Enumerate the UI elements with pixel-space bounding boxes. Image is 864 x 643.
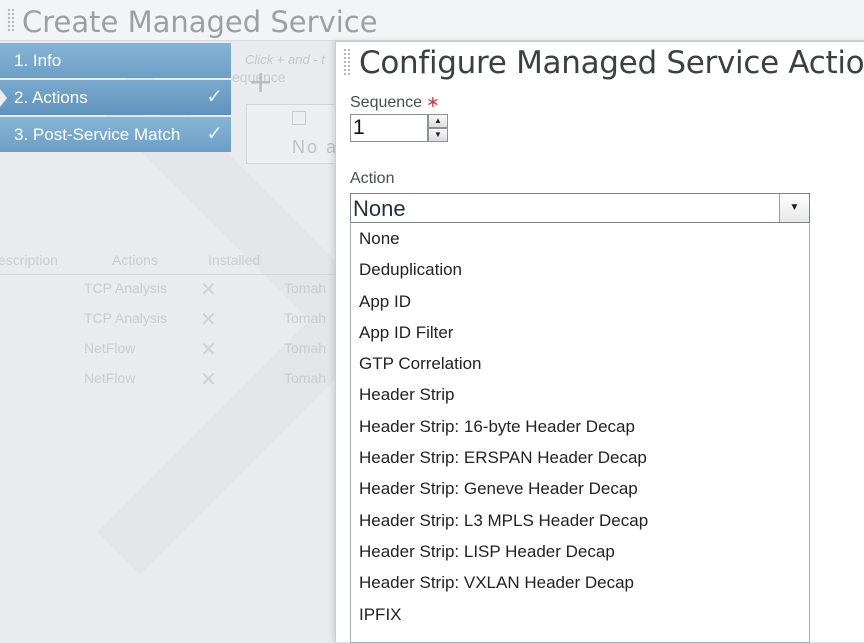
table-row[interactable]: NetFlow ✕ Tomah xyxy=(0,365,336,395)
wizard-step-post-service-match[interactable]: 3. Post-Service Match ✓ xyxy=(0,117,231,152)
action-selected-value: None xyxy=(353,196,406,221)
table-row[interactable]: NetFlow ✕ Tomah xyxy=(0,335,336,365)
wizard-step-info[interactable]: 1. Info xyxy=(0,43,231,78)
checkmark-icon: ✓ xyxy=(206,86,223,108)
row-owner: Tomah xyxy=(284,310,327,326)
row-actions: TCP Analysis xyxy=(84,280,167,296)
row-owner: Tomah xyxy=(284,370,327,386)
action-select[interactable]: None ▼ xyxy=(350,193,810,223)
x-mark-icon: ✕ xyxy=(200,339,217,361)
dropdown-option[interactable]: App ID xyxy=(351,286,809,317)
x-mark-icon: ✕ xyxy=(200,309,217,331)
triangle-up-icon[interactable]: ▲ xyxy=(428,114,448,128)
row-owner: Tomah xyxy=(284,340,327,356)
background-dialog-title: Create Managed Service xyxy=(22,5,378,39)
sequence-input[interactable] xyxy=(350,114,428,142)
dropdown-option[interactable]: Header Strip: ERSPAN Header Decap xyxy=(351,442,809,473)
sequence-label-text: Sequence xyxy=(350,94,423,111)
wizard-step-label: 3. Post-Service Match xyxy=(14,125,181,144)
wizard-steps: 1. Info 2. Actions ✓ 3. Post-Service Mat… xyxy=(0,43,231,154)
row-actions: NetFlow xyxy=(84,370,136,386)
row-actions: NetFlow xyxy=(84,340,136,356)
background-services-table: escription Actions Installed TCP Analysi… xyxy=(0,248,336,395)
add-action-icon[interactable]: + xyxy=(248,68,273,98)
checkmark-icon: ✓ xyxy=(206,123,223,145)
triangle-down-icon[interactable]: ▼ xyxy=(779,194,809,222)
dropdown-option[interactable]: IPFIX xyxy=(351,599,809,630)
wizard-step-label: 1. Info xyxy=(14,51,62,70)
row-actions: TCP Analysis xyxy=(84,310,167,326)
no-actions-text: No a xyxy=(292,137,339,157)
wizard-step-label: 2. Actions xyxy=(14,88,88,107)
dropdown-option[interactable]: Header Strip: VXLAN Header Decap xyxy=(351,567,809,598)
drag-grip-icon[interactable] xyxy=(343,48,351,76)
current-step-marker-icon xyxy=(0,89,7,107)
column-header-description[interactable]: escription xyxy=(0,252,58,268)
sequence-label: Sequence ∗ xyxy=(350,92,439,112)
dropdown-option[interactable]: Header Strip: L3 MPLS Header Decap xyxy=(351,505,809,536)
dropdown-option[interactable]: App ID Filter xyxy=(351,317,809,348)
table-row[interactable]: TCP Analysis ✕ Tomah xyxy=(0,275,336,305)
table-header: escription Actions Installed xyxy=(0,248,336,275)
sequence-spinner: ▲ ▼ xyxy=(350,114,450,144)
wizard-step-actions[interactable]: 2. Actions ✓ xyxy=(0,80,231,115)
dropdown-option[interactable]: Header Strip xyxy=(351,379,809,410)
drag-grip-icon[interactable] xyxy=(7,8,15,32)
actions-list-empty: No a xyxy=(246,104,338,164)
x-mark-icon: ✕ xyxy=(200,369,217,391)
x-mark-icon: ✕ xyxy=(200,279,217,301)
dropdown-option[interactable]: Header Strip: LISP Header Decap xyxy=(351,536,809,567)
action-dropdown-list[interactable]: None Deduplication App ID App ID Filter … xyxy=(350,223,810,643)
row-owner: Tomah xyxy=(284,280,327,296)
table-row[interactable]: TCP Analysis ✕ Tomah xyxy=(0,305,336,335)
dropdown-option[interactable]: None xyxy=(351,223,809,254)
dropdown-option[interactable]: GTP Correlation xyxy=(351,348,809,379)
required-marker: ∗ xyxy=(426,94,440,111)
dropdown-option[interactable]: Deduplication xyxy=(351,254,809,285)
action-label: Action xyxy=(350,170,395,187)
column-header-installed[interactable]: Installed xyxy=(208,252,260,268)
select-all-checkbox[interactable] xyxy=(292,111,306,125)
dropdown-option[interactable]: Header Strip: Geneve Header Decap xyxy=(351,473,809,504)
dropdown-option[interactable]: Header Strip: 16-byte Header Decap xyxy=(351,411,809,442)
triangle-down-icon[interactable]: ▼ xyxy=(428,128,448,142)
dialog-title: Configure Managed Service Action xyxy=(359,45,864,81)
background-title-bar: Create Managed Service xyxy=(0,0,864,41)
column-header-actions[interactable]: Actions xyxy=(112,252,158,268)
configure-action-dialog: Configure Managed Service Action Sequenc… xyxy=(335,41,864,643)
